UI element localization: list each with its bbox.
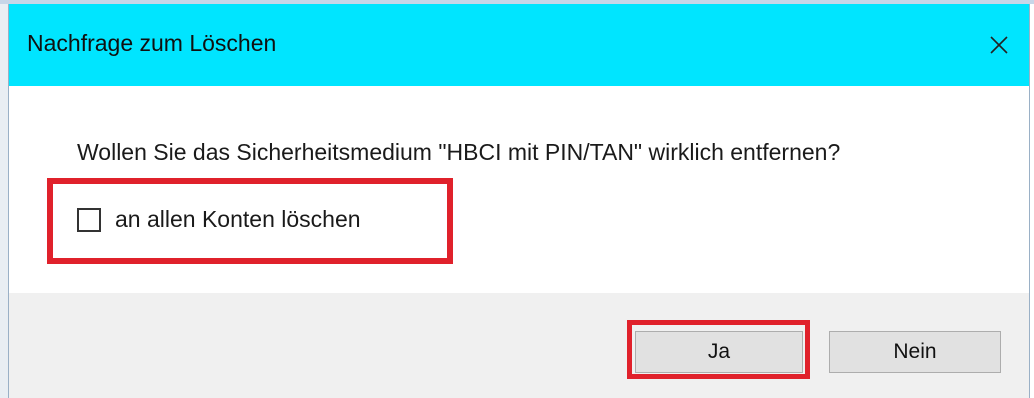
close-button[interactable]: [969, 4, 1029, 86]
delete-all-accounts-option[interactable]: an allen Konten löschen: [77, 206, 361, 233]
dialog-title: Nachfrage zum Löschen: [27, 30, 277, 56]
close-icon: [990, 36, 1008, 54]
dialog-button-bar: Ja Nein: [9, 293, 1029, 398]
yes-button[interactable]: Ja: [635, 331, 803, 373]
confirmation-message: Wollen Sie das Sicherheitsmedium "HBCI m…: [77, 139, 841, 165]
delete-all-accounts-checkbox[interactable]: [77, 207, 101, 232]
delete-all-accounts-label[interactable]: an allen Konten löschen: [115, 206, 361, 233]
background-window-edge: [0, 4, 8, 398]
screen-background: Nachfrage zum Löschen Wollen Sie das Sic…: [0, 0, 1034, 398]
dialog-content: Wollen Sie das Sicherheitsmedium "HBCI m…: [9, 86, 1029, 293]
confirm-delete-dialog: Nachfrage zum Löschen Wollen Sie das Sic…: [8, 4, 1030, 398]
no-button[interactable]: Nein: [829, 331, 1001, 373]
dialog-titlebar[interactable]: Nachfrage zum Löschen: [9, 4, 1029, 86]
